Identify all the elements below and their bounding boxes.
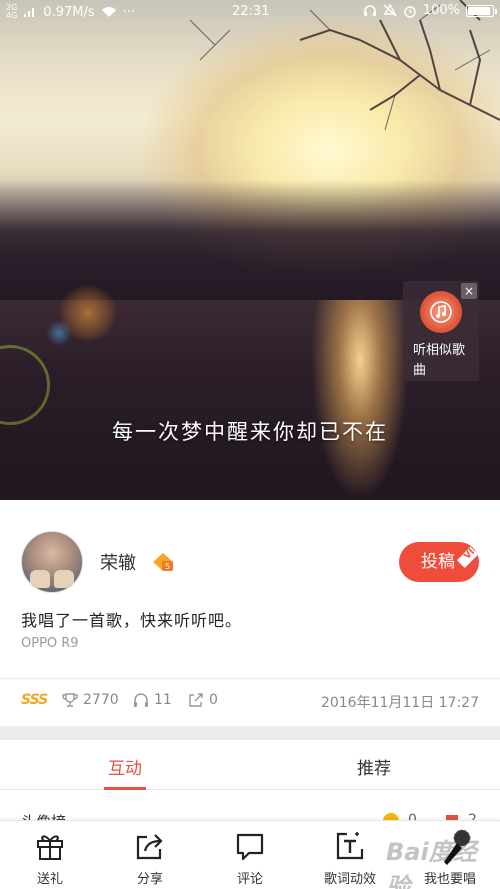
lyric-effect-label: 歌词动效 bbox=[323, 872, 376, 887]
submit-post-label: 投稿 bbox=[421, 552, 455, 572]
listen-stat[interactable]: 11 bbox=[133, 692, 172, 708]
share-count: 0 bbox=[209, 692, 218, 708]
lens-flare-small bbox=[46, 320, 72, 346]
comment-label: 评论 bbox=[236, 872, 263, 887]
wifi-icon bbox=[101, 7, 116, 17]
music-disc-icon[interactable] bbox=[420, 291, 462, 333]
rank-badge: SSS bbox=[21, 692, 48, 708]
share-icon bbox=[136, 834, 163, 860]
alarm-icon bbox=[404, 5, 416, 18]
peek-row: 头像榜 0 2 bbox=[0, 791, 500, 821]
lyric-effect-icon bbox=[336, 832, 364, 860]
song-cover-hero[interactable]: 2G 4G 0.97M/s ··· 22:31 100% 每一次梦中醒来你却已不在… bbox=[0, 0, 500, 500]
headphone-icon bbox=[134, 693, 148, 707]
avatar-dog-left bbox=[30, 570, 50, 588]
tree-branches bbox=[189, 0, 500, 131]
tab-bar: 互动 推荐 bbox=[0, 740, 500, 790]
mic-icon[interactable] bbox=[440, 828, 474, 868]
level-badge-icon: 5 bbox=[153, 553, 173, 571]
svg-text:5: 5 bbox=[165, 562, 170, 571]
lyric-line: 每一次梦中醒来你却已不在 bbox=[112, 420, 388, 444]
tab-recommend[interactable]: 推荐 bbox=[357, 754, 391, 779]
battery-icon bbox=[466, 4, 497, 17]
gift-label: 送礼 bbox=[36, 872, 63, 887]
close-icon[interactable]: × bbox=[461, 283, 477, 299]
share-button[interactable]: 分享 bbox=[100, 821, 200, 889]
avatar-dog-right bbox=[54, 570, 74, 588]
gift-icon bbox=[37, 835, 63, 860]
share-stat[interactable]: 0 bbox=[188, 692, 218, 708]
username[interactable]: 荣辙 bbox=[100, 549, 136, 575]
status-time: 22:31 bbox=[232, 4, 270, 19]
headphone-icon bbox=[363, 5, 376, 16]
status-bar: 2G 4G 0.97M/s ··· 22:31 100% bbox=[0, 0, 500, 24]
similar-songs-panel[interactable]: × 听相似歌曲 bbox=[403, 281, 479, 381]
trophy-stat[interactable]: 2770 bbox=[62, 692, 119, 708]
listen-count: 11 bbox=[154, 692, 172, 708]
post-device: OPPO R9 bbox=[21, 636, 79, 651]
post-message: 我唱了一首歌，快来听听吧。 bbox=[21, 611, 243, 630]
battery-percent: 100% bbox=[422, 3, 460, 18]
submit-post-button[interactable]: 投稿 VIP bbox=[399, 542, 479, 582]
post-date: 2016年11月11日 17:27 bbox=[320, 695, 479, 711]
network-speed: 0.97M/s bbox=[43, 4, 95, 20]
stats-row: SSS 2770 11 0 2016年11月11日 17:27 bbox=[0, 686, 500, 716]
similar-songs-label[interactable]: 听相似歌曲 bbox=[413, 341, 473, 381]
network-type: 2G 4G bbox=[6, 3, 18, 20]
gift-button[interactable]: 送礼 bbox=[0, 821, 100, 889]
tab-interaction[interactable]: 互动 bbox=[108, 754, 142, 779]
mute-icon bbox=[383, 4, 397, 17]
section-gap bbox=[0, 726, 500, 740]
more-dots: ··· bbox=[122, 4, 136, 20]
divider bbox=[0, 678, 500, 679]
active-tab-indicator bbox=[104, 787, 146, 790]
vip-tag: VIP bbox=[457, 542, 479, 569]
note-icon bbox=[430, 301, 452, 323]
signal-icon bbox=[24, 8, 35, 17]
comment-button[interactable]: 评论 bbox=[200, 821, 300, 889]
trophy-count: 2770 bbox=[83, 692, 119, 708]
avatar[interactable] bbox=[21, 531, 83, 593]
comment-icon bbox=[236, 833, 264, 861]
lyric-effect-button[interactable]: 歌词动效 bbox=[300, 821, 400, 889]
share-icon bbox=[189, 693, 203, 707]
share-label: 分享 bbox=[136, 872, 163, 887]
trophy-icon bbox=[62, 693, 78, 707]
